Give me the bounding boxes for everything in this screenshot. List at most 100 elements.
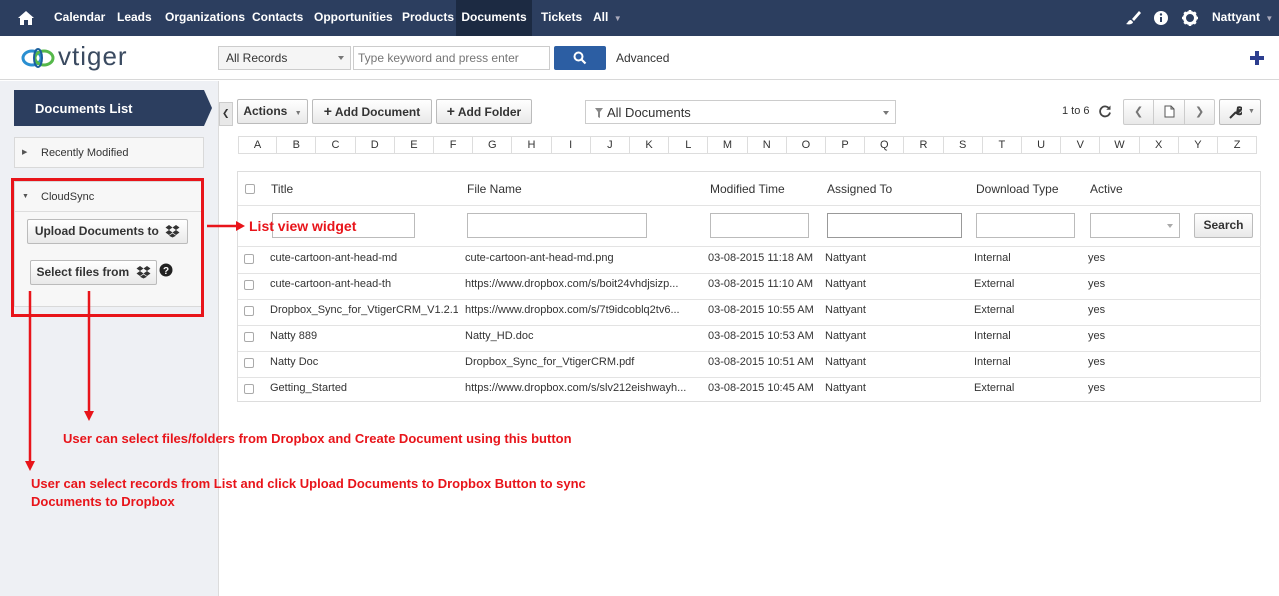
alphabet-letter[interactable]: M [708, 136, 748, 154]
alphabet-letter[interactable]: J [590, 136, 630, 154]
page-jump-button[interactable] [1154, 100, 1185, 124]
modified-time-cell: 03-08-2015 10:51 AM [708, 356, 814, 368]
recently-modified-panel[interactable]: ▶ Recently Modified [14, 137, 204, 168]
column-header-active[interactable]: Active [1090, 182, 1123, 196]
alphabet-letter[interactable]: U [1022, 136, 1062, 154]
alphabet-letter[interactable]: P [826, 136, 866, 154]
file-name-cell[interactable]: Natty_HD.doc [465, 330, 697, 342]
active-search-select[interactable] [1090, 213, 1180, 238]
record-type-select[interactable]: All Records [218, 46, 351, 70]
next-page-button[interactable]: ❯ [1185, 100, 1214, 124]
nav-documents[interactable]: Documents [456, 0, 532, 36]
paintbrush-icon[interactable] [1124, 9, 1142, 27]
alphabet-letter[interactable]: N [747, 136, 787, 154]
nav-calendar[interactable]: Calendar [54, 0, 105, 36]
advanced-search-link[interactable]: Advanced [616, 51, 669, 65]
caret-right-icon: ▶ [22, 149, 28, 156]
home-icon[interactable] [17, 9, 35, 27]
column-header-download-type[interactable]: Download Type [976, 182, 1059, 196]
file-name-cell[interactable]: https://www.dropbox.com/s/boit24vhdjsizp… [465, 278, 697, 290]
alphabet-letter[interactable]: K [630, 136, 670, 154]
search-button[interactable] [554, 46, 606, 70]
title-cell[interactable]: Getting_Started [270, 382, 458, 394]
user-menu[interactable]: Nattyant ▼ [1212, 0, 1273, 36]
title-cell[interactable]: Dropbox_Sync_for_VtigerCRM_V1.2.1 [270, 304, 458, 316]
select-all-checkbox[interactable] [245, 184, 255, 194]
quick-create-plus-icon[interactable] [1249, 50, 1265, 66]
alphabet-letter[interactable]: B [277, 136, 317, 154]
alphabet-letter[interactable]: G [473, 136, 513, 154]
alphabet-letter[interactable]: C [316, 136, 356, 154]
add-document-button[interactable]: + Add Document [312, 99, 432, 124]
search-input[interactable] [353, 46, 550, 70]
refresh-icon[interactable] [1098, 104, 1112, 118]
column-header-file-name[interactable]: File Name [467, 182, 522, 196]
actions-dropdown-button[interactable]: Actions ▼ [237, 99, 308, 124]
alphabet-letter[interactable]: Q [865, 136, 905, 154]
vtiger-logo-text: vtiger [58, 41, 128, 71]
documents-list-header[interactable]: Documents List [14, 90, 212, 126]
column-header-assigned-to[interactable]: Assigned To [827, 182, 892, 196]
alphabet-letter[interactable]: O [786, 136, 826, 154]
nav-all[interactable]: All ▼ [593, 0, 622, 36]
alphabet-letter[interactable]: V [1061, 136, 1101, 154]
search-bar-row: vtiger All Records Advanced [0, 36, 1279, 80]
upload-annotation-line2: Documents to Dropbox [31, 494, 175, 509]
actions-label: Actions [243, 104, 288, 118]
title-cell[interactable]: Natty Doc [270, 356, 458, 368]
nav-organizations[interactable]: Organizations [165, 0, 245, 36]
caret-down-icon [883, 111, 889, 115]
file-name-search-field[interactable] [467, 213, 647, 238]
download-type-search-field[interactable] [976, 213, 1075, 238]
add-folder-button[interactable]: + Add Folder [436, 99, 532, 124]
alphabet-letter[interactable]: F [434, 136, 474, 154]
alphabet-letter[interactable]: I [551, 136, 591, 154]
file-name-cell[interactable]: cute-cartoon-ant-head-md.png [465, 252, 697, 264]
top-navigation-bar: Calendar Leads Organizations Contacts Op… [0, 0, 1279, 36]
alphabet-letter[interactable]: R [904, 136, 944, 154]
nav-leads[interactable]: Leads [117, 0, 152, 36]
gear-icon[interactable] [1181, 9, 1199, 27]
list-settings-button[interactable]: ▼ [1219, 99, 1261, 125]
alphabet-letter[interactable]: D [355, 136, 395, 154]
file-name-cell[interactable]: Dropbox_Sync_for_VtigerCRM.pdf [465, 356, 697, 368]
alphabet-letter[interactable]: Z [1218, 136, 1258, 154]
column-header-title[interactable]: Title [271, 182, 293, 196]
assigned-to-search-field[interactable] [827, 213, 962, 238]
nav-opportunities[interactable]: Opportunities [314, 0, 393, 36]
row-checkbox[interactable] [244, 306, 254, 316]
alphabet-letter[interactable]: A [238, 136, 278, 154]
row-checkbox[interactable] [244, 280, 254, 290]
file-name-cell[interactable]: https://www.dropbox.com/s/7t9idcoblq2tv6… [465, 304, 697, 316]
alphabet-letter[interactable]: H [512, 136, 552, 154]
file-name-cell[interactable]: https://www.dropbox.com/s/slv212eishwayh… [465, 382, 697, 394]
alphabet-letter[interactable]: E [394, 136, 434, 154]
nav-contacts[interactable]: Contacts [252, 0, 303, 36]
download-type-cell: External [974, 278, 1015, 290]
title-cell[interactable]: Natty 889 [270, 330, 458, 342]
row-checkbox[interactable] [244, 358, 254, 368]
assigned-to-cell: Nattyant [825, 252, 866, 264]
info-icon[interactable] [1152, 9, 1170, 27]
row-checkbox[interactable] [244, 384, 254, 394]
previous-page-button[interactable]: ❮ [1124, 100, 1154, 124]
modified-time-search-field[interactable] [710, 213, 809, 238]
collapse-sidebar-button[interactable]: ❮ [219, 102, 233, 126]
nav-tickets[interactable]: Tickets [541, 0, 582, 36]
alphabet-letter[interactable]: X [1139, 136, 1179, 154]
search-filter-button[interactable]: Search [1194, 213, 1253, 238]
title-cell[interactable]: cute-cartoon-ant-head-md [270, 252, 458, 264]
modified-time-cell: 03-08-2015 11:18 AM [708, 252, 813, 264]
alphabet-letter[interactable]: Y [1178, 136, 1218, 154]
row-checkbox[interactable] [244, 332, 254, 342]
nav-products[interactable]: Products [402, 0, 454, 36]
alphabet-letter[interactable]: T [982, 136, 1022, 154]
alphabet-letter[interactable]: S [943, 136, 983, 154]
vtiger-logo-icon[interactable] [20, 43, 58, 73]
alphabet-letter[interactable]: W [1100, 136, 1140, 154]
custom-view-filter-select[interactable]: All Documents [585, 100, 896, 124]
title-cell[interactable]: cute-cartoon-ant-head-th [270, 278, 458, 290]
alphabet-letter[interactable]: L [669, 136, 709, 154]
row-checkbox[interactable] [244, 254, 254, 264]
column-header-modified-time[interactable]: Modified Time [710, 182, 785, 196]
